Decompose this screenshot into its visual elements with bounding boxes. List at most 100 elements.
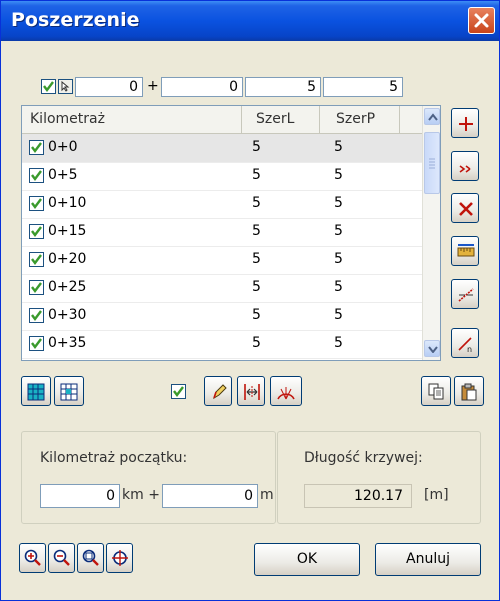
checkmark-icon <box>31 142 42 153</box>
table-row[interactable]: 0+0 5 5 <box>22 134 422 163</box>
header-szerl[interactable]: SzerL <box>242 106 320 133</box>
row-checkbox[interactable] <box>29 140 44 155</box>
checkmark-icon <box>31 282 42 293</box>
table-scrollbar[interactable] <box>422 106 440 360</box>
arc-icon <box>277 387 295 400</box>
pick-mode-toggle[interactable] <box>58 79 73 94</box>
row-checkbox[interactable] <box>29 224 44 239</box>
ruler-icon <box>457 244 475 257</box>
row-checkbox[interactable] <box>29 196 44 211</box>
table-row[interactable]: 0+20 5 5 <box>22 246 422 275</box>
width-tool-button[interactable] <box>237 376 265 406</box>
insert-icon <box>459 165 471 173</box>
close-icon <box>474 13 489 28</box>
copy-button[interactable] <box>421 376 451 406</box>
table-row[interactable]: 0+30 5 5 <box>22 302 422 331</box>
cell-szerp: 5 <box>334 139 343 155</box>
cell-km: 0+5 <box>48 167 78 183</box>
grip-icon <box>429 158 435 169</box>
top-szerl-input[interactable]: 5 <box>245 77 321 97</box>
table-row[interactable]: 0+15 5 5 <box>22 218 422 247</box>
row-checkbox[interactable] <box>29 336 44 351</box>
table-row[interactable]: 0+35 5 5 <box>22 330 422 359</box>
checkmark-icon <box>31 198 42 209</box>
cell-szerl: 5 <box>252 195 261 211</box>
header-szerp[interactable]: SzerP <box>320 106 400 133</box>
zoom-in-icon <box>24 549 41 566</box>
divide-n-button[interactable]: n <box>451 328 479 358</box>
grid-icon <box>60 383 78 401</box>
diagonal-line-icon <box>458 288 474 302</box>
grid-icon <box>27 383 45 401</box>
divide-n-icon: n <box>458 337 472 353</box>
curve-length-unit: [m] <box>424 487 449 503</box>
cell-szerl: 5 <box>252 167 261 183</box>
curve-tool-button[interactable] <box>270 376 302 406</box>
zoom-in-button[interactable] <box>19 543 46 573</box>
cell-km: 0+20 <box>48 251 87 267</box>
width-icon <box>244 384 260 400</box>
chevron-up-icon <box>428 113 438 121</box>
cell-szerl: 5 <box>252 307 261 323</box>
scroll-thumb[interactable] <box>424 132 440 194</box>
grid-view-button[interactable] <box>21 376 51 406</box>
edit-pencil-button[interactable] <box>204 376 232 406</box>
visibility-checkbox[interactable] <box>171 384 186 399</box>
paste-button[interactable] <box>454 376 484 406</box>
start-km-input[interactable]: 0 <box>40 484 120 508</box>
header-kilometraz[interactable]: Kilometraż <box>22 106 242 133</box>
close-button[interactable] <box>468 7 495 34</box>
zoom-window-button[interactable] <box>77 543 104 573</box>
cell-szerl: 5 <box>252 279 261 295</box>
curve-length-value: 120.17 <box>304 484 412 508</box>
start-km-group: Kilometraż początku: 0 km + 0 m <box>21 431 276 524</box>
start-km-label: Kilometraż początku: <box>40 450 188 466</box>
checkmark-icon <box>31 338 42 349</box>
cell-szerl: 5 <box>252 139 261 155</box>
scroll-up-button[interactable] <box>424 108 440 125</box>
cell-szerp: 5 <box>334 335 343 351</box>
checkmark-icon <box>31 170 42 181</box>
insert-row-button[interactable] <box>451 151 479 181</box>
title-bar[interactable]: Poszerzenie <box>1 1 499 41</box>
top-km-input[interactable]: 0 <box>75 77 143 97</box>
row-checkbox[interactable] <box>29 168 44 183</box>
scroll-down-button[interactable] <box>424 340 440 357</box>
cell-km: 0+0 <box>48 139 78 155</box>
table-row[interactable]: 0+25 5 5 <box>22 274 422 303</box>
top-szerp-input[interactable]: 5 <box>323 77 403 97</box>
curve-length-group: Długość krzywej: 120.17 [m] <box>277 431 481 524</box>
add-row-button[interactable] <box>451 108 479 138</box>
widening-table[interactable]: Kilometraż SzerL SzerP 0+0 5 5 0+5 5 5 0… <box>21 105 441 361</box>
cell-km: 0+25 <box>48 279 87 295</box>
row-checkbox[interactable] <box>29 252 44 267</box>
cursor-icon <box>61 81 70 92</box>
ok-button[interactable]: OK <box>254 543 360 576</box>
measure-button[interactable] <box>451 236 479 266</box>
cell-km: 0+35 <box>48 335 87 351</box>
table-row[interactable]: 0+10 5 5 <box>22 190 422 219</box>
plus-sign: + <box>147 78 159 94</box>
grid-edit-button[interactable] <box>54 376 84 406</box>
row-checkbox[interactable] <box>29 308 44 323</box>
row-checkbox[interactable] <box>29 280 44 295</box>
top-m-input[interactable]: 0 <box>161 77 243 97</box>
start-m-input[interactable]: 0 <box>162 484 258 508</box>
cell-szerp: 5 <box>334 307 343 323</box>
curve-length-label: Długość krzywej: <box>304 450 423 466</box>
zoom-out-icon <box>53 549 70 566</box>
cancel-button[interactable]: Anuluj <box>375 543 481 576</box>
chevron-down-icon <box>428 346 438 353</box>
zoom-out-button[interactable] <box>48 543 75 573</box>
dialog-window: Poszerzenie 0 + 0 5 5 Kilometraż SzerL S… <box>0 0 500 601</box>
interpolate-button[interactable] <box>451 279 479 309</box>
zoom-extents-button[interactable] <box>106 543 133 573</box>
cell-szerl: 5 <box>252 223 261 239</box>
cell-szerp: 5 <box>334 195 343 211</box>
window-title: Poszerzenie <box>11 9 140 31</box>
enable-checkbox[interactable] <box>41 79 56 94</box>
table-row[interactable]: 0+5 5 5 <box>22 162 422 191</box>
zoom-window-icon <box>82 549 99 566</box>
delete-row-button[interactable] <box>451 193 479 223</box>
m-unit-label: m <box>260 487 274 503</box>
